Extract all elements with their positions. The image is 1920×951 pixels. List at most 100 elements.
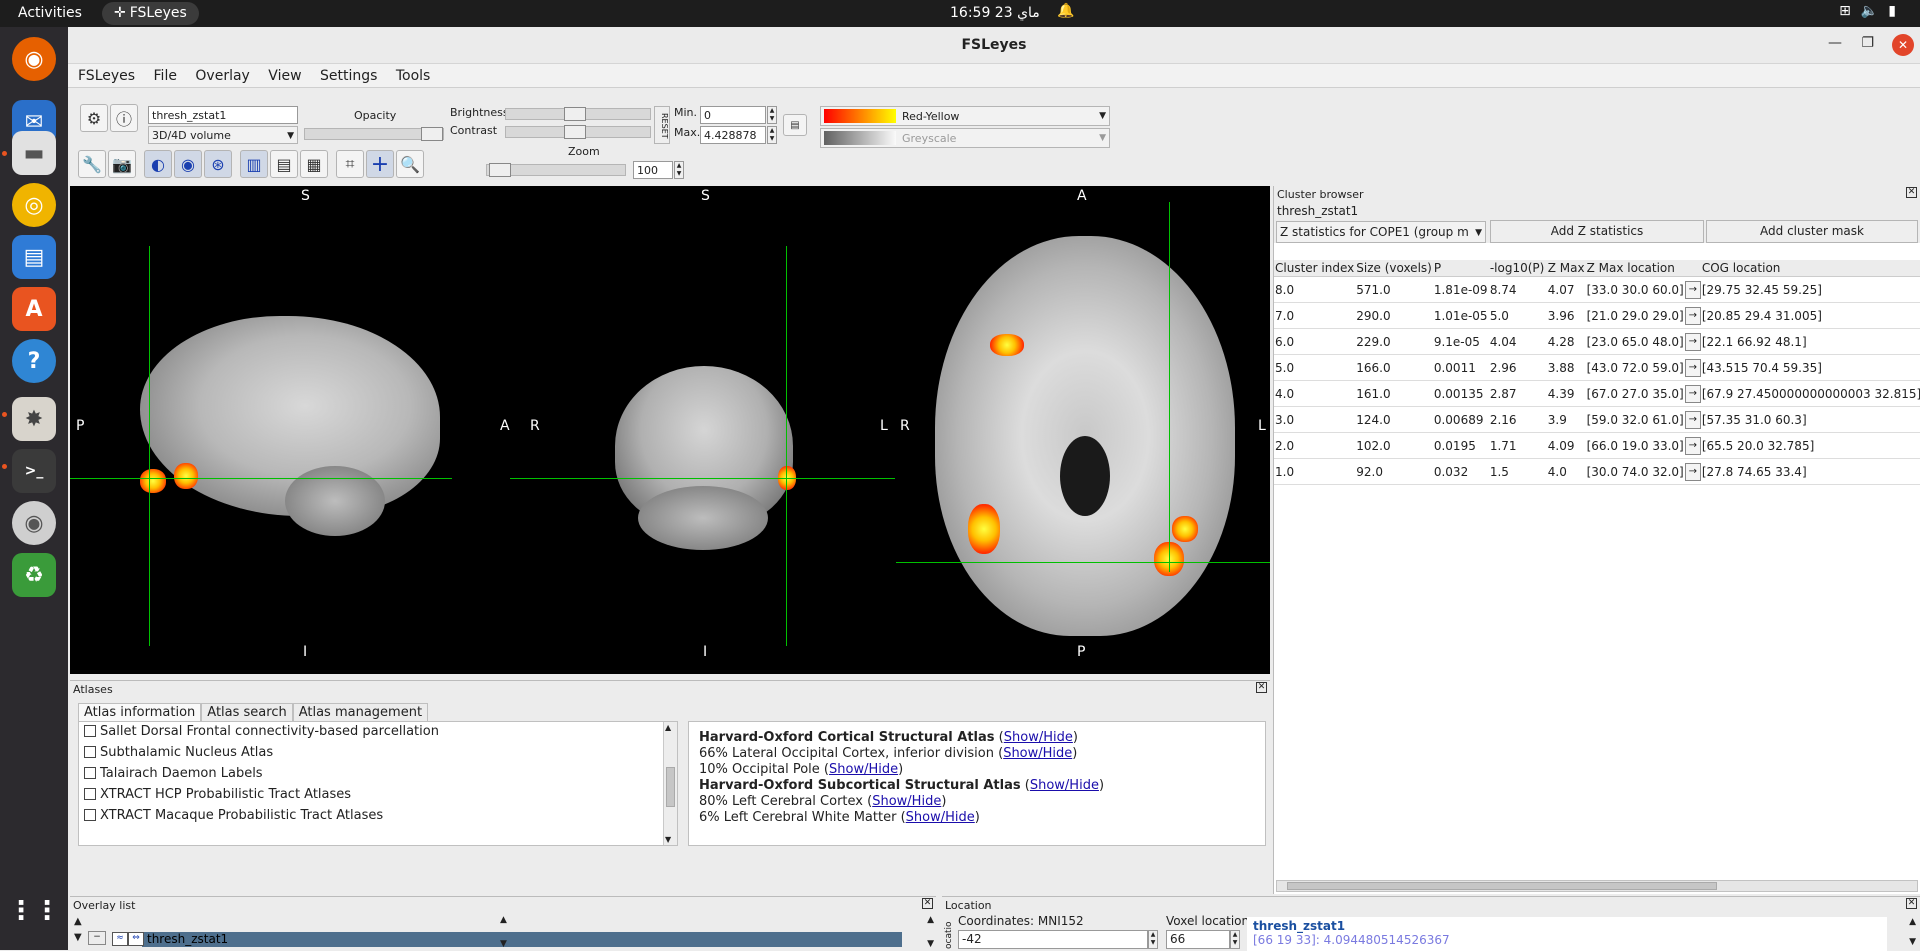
max-spinner[interactable]: ▲ ▼ xyxy=(767,126,777,144)
scroll-up-icon[interactable]: ▲ xyxy=(500,915,507,925)
scrollbar-thumb[interactable] xyxy=(666,767,675,807)
gear-icon[interactable]: ⚙ xyxy=(80,104,108,132)
ortho-view-canvas[interactable]: S I P A S I R L A P R L xyxy=(70,186,1270,674)
close-icon[interactable]: ✕ xyxy=(1256,682,1267,693)
app-menu-button[interactable]: ✛ FSLeyes xyxy=(102,2,199,25)
activities-button[interactable]: Activities xyxy=(18,5,82,21)
atlas-list-item[interactable]: Sallet Dorsal Frontal connectivity-based… xyxy=(79,722,677,743)
contrast-slider[interactable] xyxy=(505,125,651,139)
menu-overlay[interactable]: Overlay xyxy=(195,68,249,84)
col-size[interactable]: Size (voxels) xyxy=(1355,260,1433,277)
move-down-icon[interactable]: ▼ xyxy=(74,932,82,943)
crop-icon[interactable]: ⌗ xyxy=(336,150,364,178)
fsleyes-dock-icon[interactable]: ✸ xyxy=(12,397,56,441)
overlay-list-item[interactable]: ≈ ⇔ thresh_zstat1 xyxy=(112,932,902,947)
axial-view-icon[interactable]: ⊛ xyxy=(204,150,232,178)
col-zmax[interactable]: Z Max xyxy=(1546,260,1586,277)
clock[interactable]: 16:59 ماي 23 xyxy=(950,5,1040,21)
atlas-checkbox[interactable] xyxy=(84,809,96,821)
menu-view[interactable]: View xyxy=(268,68,301,84)
slider-knob[interactable] xyxy=(564,125,586,139)
app-grid-icon[interactable]: ⋮⋮ xyxy=(8,889,60,933)
table-row[interactable]: 7.0 290.0 1.01e-05 5.0 3.96 [21.0 29.0 29.0] →… xyxy=(1274,302,1920,329)
software-icon[interactable]: A xyxy=(12,287,56,331)
table-row[interactable]: 6.0 229.0 9.1e-05 4.04 4.28 [23.0 65.0 48.0] →… xyxy=(1274,328,1920,355)
show-hide-link[interactable]: Show/Hide xyxy=(906,810,975,825)
atlas-list-item[interactable]: XTRACT HCP Probabilistic Tract Atlases xyxy=(79,785,677,806)
contrast-select[interactable]: Z statistics for COPE1 (group m ▼ xyxy=(1276,221,1486,243)
atlas-checkbox[interactable] xyxy=(84,725,96,737)
invert-colormap-icon[interactable]: ▤ xyxy=(783,114,807,136)
scroll-down-icon[interactable]: ▼ xyxy=(1909,937,1916,947)
close-icon[interactable]: ✕ xyxy=(1906,898,1917,909)
scroll-up-icon[interactable]: ▲ xyxy=(1909,917,1916,927)
atlas-list-scrollbar[interactable]: ▲ ▼ xyxy=(663,722,677,845)
scroll-down-icon[interactable]: ▼ xyxy=(665,835,671,844)
minimize-icon[interactable]: — xyxy=(1828,35,1842,51)
colormap-select[interactable]: Red-Yellow ▼ xyxy=(820,106,1110,126)
brightness-slider[interactable] xyxy=(505,107,651,121)
show-hide-link[interactable]: Show/Hide xyxy=(1030,778,1099,793)
slider-knob[interactable] xyxy=(421,127,443,141)
firefox-icon[interactable]: ◉ xyxy=(12,37,56,81)
close-icon[interactable]: ✕ xyxy=(1906,187,1917,198)
zoom-spinner[interactable]: ▲ ▼ xyxy=(674,161,684,179)
goto-location-icon[interactable]: → xyxy=(1684,463,1701,481)
scroll-down-icon[interactable]: ▼ xyxy=(927,939,934,949)
table-row[interactable]: 8.0 571.0 1.81e-09 8.74 4.07 [33.0 30.0 60.0]… xyxy=(1274,276,1920,303)
goto-location-icon[interactable]: → xyxy=(1684,307,1701,325)
atlas-checkbox[interactable] xyxy=(84,767,96,779)
horizontal-layout-icon[interactable]: ▥ xyxy=(240,150,268,178)
system-tray[interactable]: ⊞🔈▮ xyxy=(1839,3,1906,19)
camera-icon[interactable]: 📷 xyxy=(108,150,136,178)
col-p[interactable]: P xyxy=(1432,260,1489,277)
goto-location-icon[interactable]: → xyxy=(1684,359,1701,377)
show-hide-link[interactable]: Show/Hide xyxy=(872,794,941,809)
zoom-field[interactable]: 100 xyxy=(633,161,673,179)
scroll-down-icon[interactable]: ▼ xyxy=(500,939,507,949)
close-icon[interactable]: ✕ xyxy=(922,898,933,909)
show-hide-link[interactable]: Show/Hide xyxy=(1004,730,1073,745)
files-icon[interactable]: ▬ xyxy=(12,131,56,175)
menu-tools[interactable]: Tools xyxy=(396,68,431,84)
scroll-up-icon[interactable]: ▲ xyxy=(665,723,671,732)
min-spinner[interactable]: ▲ ▼ xyxy=(767,106,777,124)
zoom-slider[interactable] xyxy=(486,163,626,177)
slider-knob[interactable] xyxy=(489,163,511,177)
show-hide-link[interactable]: Show/Hide xyxy=(1003,746,1072,761)
table-row[interactable]: 3.0 124.0 0.00689 2.16 3.9 [59.0 32.0 61.0] →[… xyxy=(1274,406,1920,433)
voxel-field[interactable]: 66 xyxy=(1166,930,1230,949)
opacity-slider[interactable] xyxy=(304,127,444,141)
writer-icon[interactable]: ▤ xyxy=(12,235,56,279)
add-z-statistics-button[interactable]: Add Z statistics xyxy=(1490,220,1704,243)
remove-overlay-icon[interactable]: − xyxy=(88,931,106,945)
coordinate-spinner[interactable]: ▲ ▼ xyxy=(1148,930,1158,949)
scroll-up-icon[interactable]: ▲ xyxy=(927,915,934,925)
col-cluster-index[interactable]: Cluster index xyxy=(1274,260,1356,277)
disc-icon[interactable]: ◉ xyxy=(12,501,56,545)
menu-settings[interactable]: Settings xyxy=(320,68,377,84)
crosshair-icon[interactable]: + xyxy=(366,150,394,178)
table-row[interactable]: 5.0 166.0 0.0011 2.96 3.88 [43.0 72.0 59.0] →[… xyxy=(1274,354,1920,381)
table-row[interactable]: 4.0 161.0 0.00135 2.87 4.39 [67.0 27.0 35.0] →… xyxy=(1274,380,1920,407)
maximize-icon[interactable]: ❐ xyxy=(1861,35,1874,51)
menu-fsleyes[interactable]: FSLeyes xyxy=(78,68,135,84)
goto-location-icon[interactable]: → xyxy=(1684,437,1701,455)
tab-atlas-information[interactable]: Atlas information xyxy=(78,703,202,721)
scrollbar-thumb[interactable] xyxy=(1287,882,1717,890)
atlas-checkbox[interactable] xyxy=(84,746,96,758)
show-hide-link[interactable]: Show/Hide xyxy=(829,762,898,777)
move-up-icon[interactable]: ▲ xyxy=(74,916,82,927)
overlay-type-select[interactable]: 3D/4D volume ▼ xyxy=(148,126,298,144)
coordinate-field[interactable]: -42 xyxy=(958,930,1148,949)
col-log10p[interactable]: -log10(P) xyxy=(1488,260,1547,277)
goto-location-icon[interactable]: → xyxy=(1684,385,1701,403)
atlas-list-item[interactable]: Talairach Daemon Labels xyxy=(79,764,677,785)
link-icon[interactable]: ⇔ xyxy=(128,932,144,946)
grid-layout-icon[interactable]: ▦ xyxy=(300,150,328,178)
tab-atlas-management[interactable]: Atlas management xyxy=(292,703,429,721)
table-row[interactable]: 1.0 92.0 0.032 1.5 4.0 [30.0 74.0 32.0] → [27.8… xyxy=(1274,458,1920,485)
info-icon[interactable]: ⓘ xyxy=(110,104,138,132)
rhythmbox-icon[interactable]: ◎ xyxy=(12,183,56,227)
reset-button[interactable]: RESET xyxy=(654,106,670,144)
